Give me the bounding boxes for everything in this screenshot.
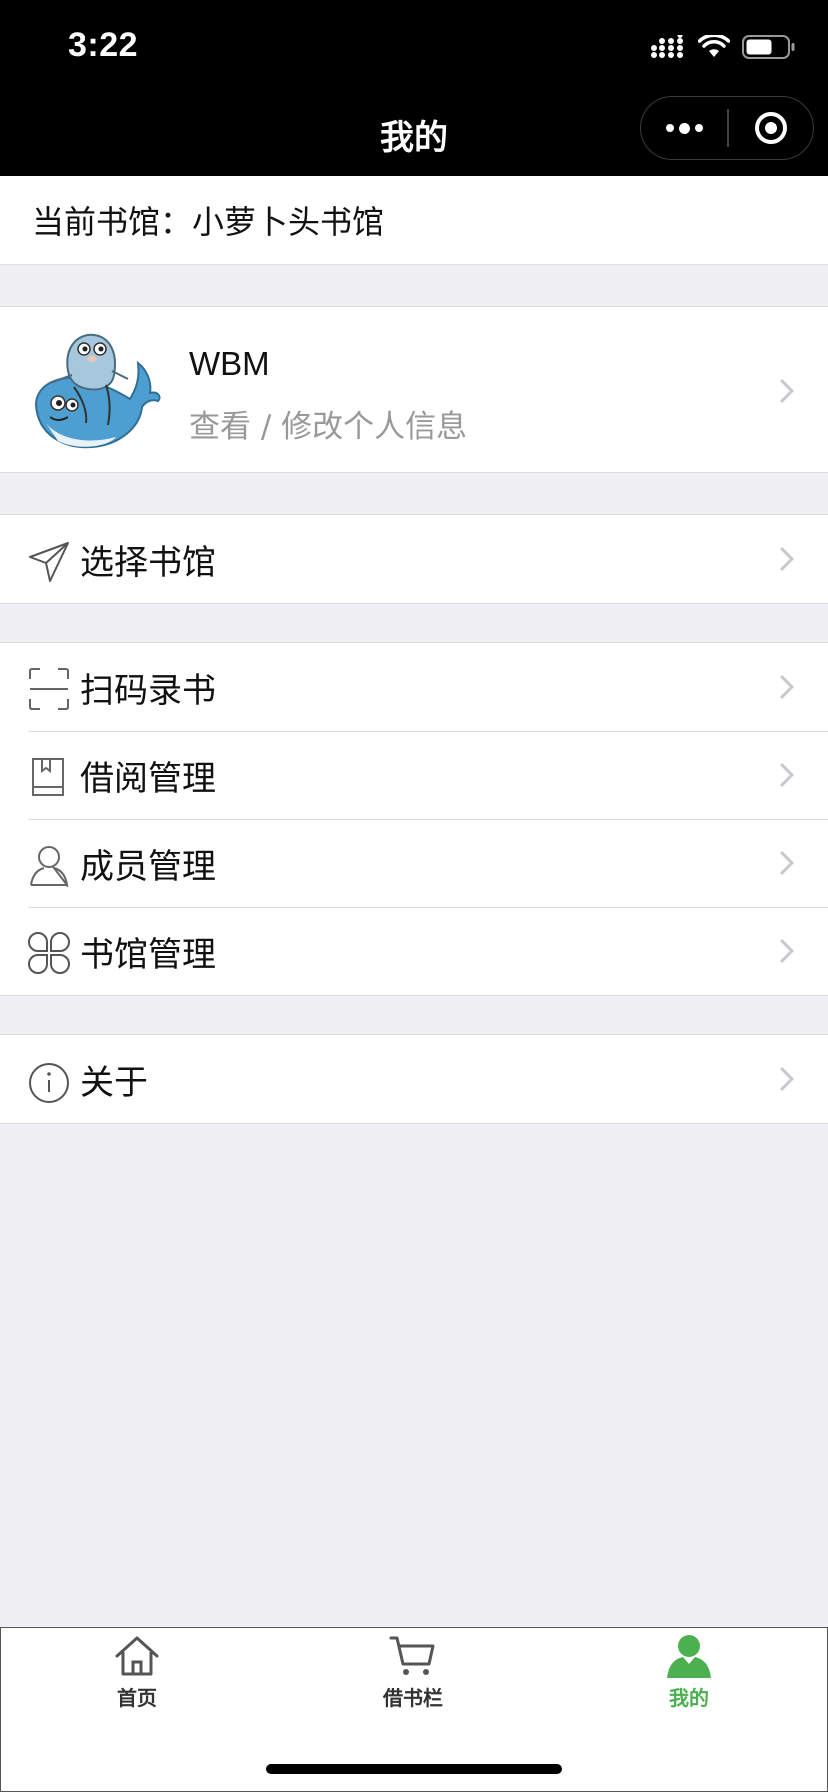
tab-mine[interactable]: 我的 xyxy=(589,1634,789,1711)
select-library-group: 选择书馆 xyxy=(0,514,828,604)
status-icons xyxy=(650,34,796,60)
chevron-right-icon xyxy=(780,939,794,963)
tab-home[interactable]: 首页 xyxy=(37,1634,237,1711)
more-button[interactable] xyxy=(641,97,727,159)
menu-item-label: 选择书馆 xyxy=(80,543,216,583)
tab-label: 我的 xyxy=(669,1686,709,1710)
signal-icon xyxy=(651,35,683,58)
menu-item-label: 借阅管理 xyxy=(80,759,216,799)
menu-item-library-manage[interactable]: 书馆管理 xyxy=(0,907,828,995)
chevron-right-icon xyxy=(780,763,794,787)
tab-borrow-cart[interactable]: 借书栏 xyxy=(313,1634,513,1711)
menu-item-label: 成员管理 xyxy=(80,847,216,887)
target-icon xyxy=(754,112,787,144)
home-icon xyxy=(115,1636,159,1676)
wifi-icon xyxy=(698,35,730,57)
status-time: 3:22 xyxy=(68,26,139,64)
about-group: 关于 xyxy=(0,1034,828,1124)
book-icon xyxy=(32,758,64,796)
location-arrow-icon xyxy=(29,542,69,582)
status-bar: 3:22 xyxy=(0,0,828,96)
menu-item-label: 扫码录书 xyxy=(80,671,216,711)
close-miniprogram-button[interactable] xyxy=(729,97,814,159)
menu-item-label: 关于 xyxy=(80,1063,148,1103)
tab-label: 借书栏 xyxy=(383,1686,443,1710)
miniprogram-capsule xyxy=(640,96,814,160)
user-outline-icon xyxy=(30,846,69,887)
menu-item-about[interactable]: 关于 xyxy=(0,1035,828,1123)
tab-label: 首页 xyxy=(117,1686,157,1710)
menu-item-borrow-manage[interactable]: 借阅管理 xyxy=(0,731,828,819)
grid-petals-icon xyxy=(28,932,70,974)
profile-name: WBM xyxy=(189,345,270,382)
profile-subtitle: 查看 / 修改个人信息 xyxy=(189,409,468,445)
info-icon xyxy=(29,1063,69,1103)
more-dot-icon xyxy=(665,124,674,132)
chevron-right-icon xyxy=(780,379,794,403)
chevron-right-icon xyxy=(780,547,794,571)
menu-item-scan-book[interactable]: 扫码录书 xyxy=(0,643,828,731)
profile-card[interactable]: WBM 查看 / 修改个人信息 xyxy=(0,306,828,473)
nav-bar: 我的 xyxy=(0,96,828,176)
management-group: 扫码录书 借阅管理 成员管理 书馆管理 xyxy=(0,642,828,996)
avatar xyxy=(34,333,161,449)
user-icon xyxy=(667,1635,711,1678)
chevron-right-icon xyxy=(780,851,794,875)
menu-item-select-library[interactable]: 选择书馆 xyxy=(0,515,828,603)
chevron-right-icon xyxy=(780,675,794,699)
chevron-right-icon xyxy=(780,1067,794,1091)
cart-icon xyxy=(389,1636,435,1675)
current-library-banner: 当前书馆：小萝卜头书馆 xyxy=(0,176,828,265)
menu-item-member-manage[interactable]: 成员管理 xyxy=(0,819,828,907)
more-dot-icon xyxy=(694,124,703,132)
home-indicator xyxy=(266,1764,562,1774)
menu-item-label: 书馆管理 xyxy=(80,935,216,975)
battery-icon xyxy=(742,35,795,59)
scan-icon xyxy=(29,668,69,710)
more-dot-icon xyxy=(678,122,690,134)
